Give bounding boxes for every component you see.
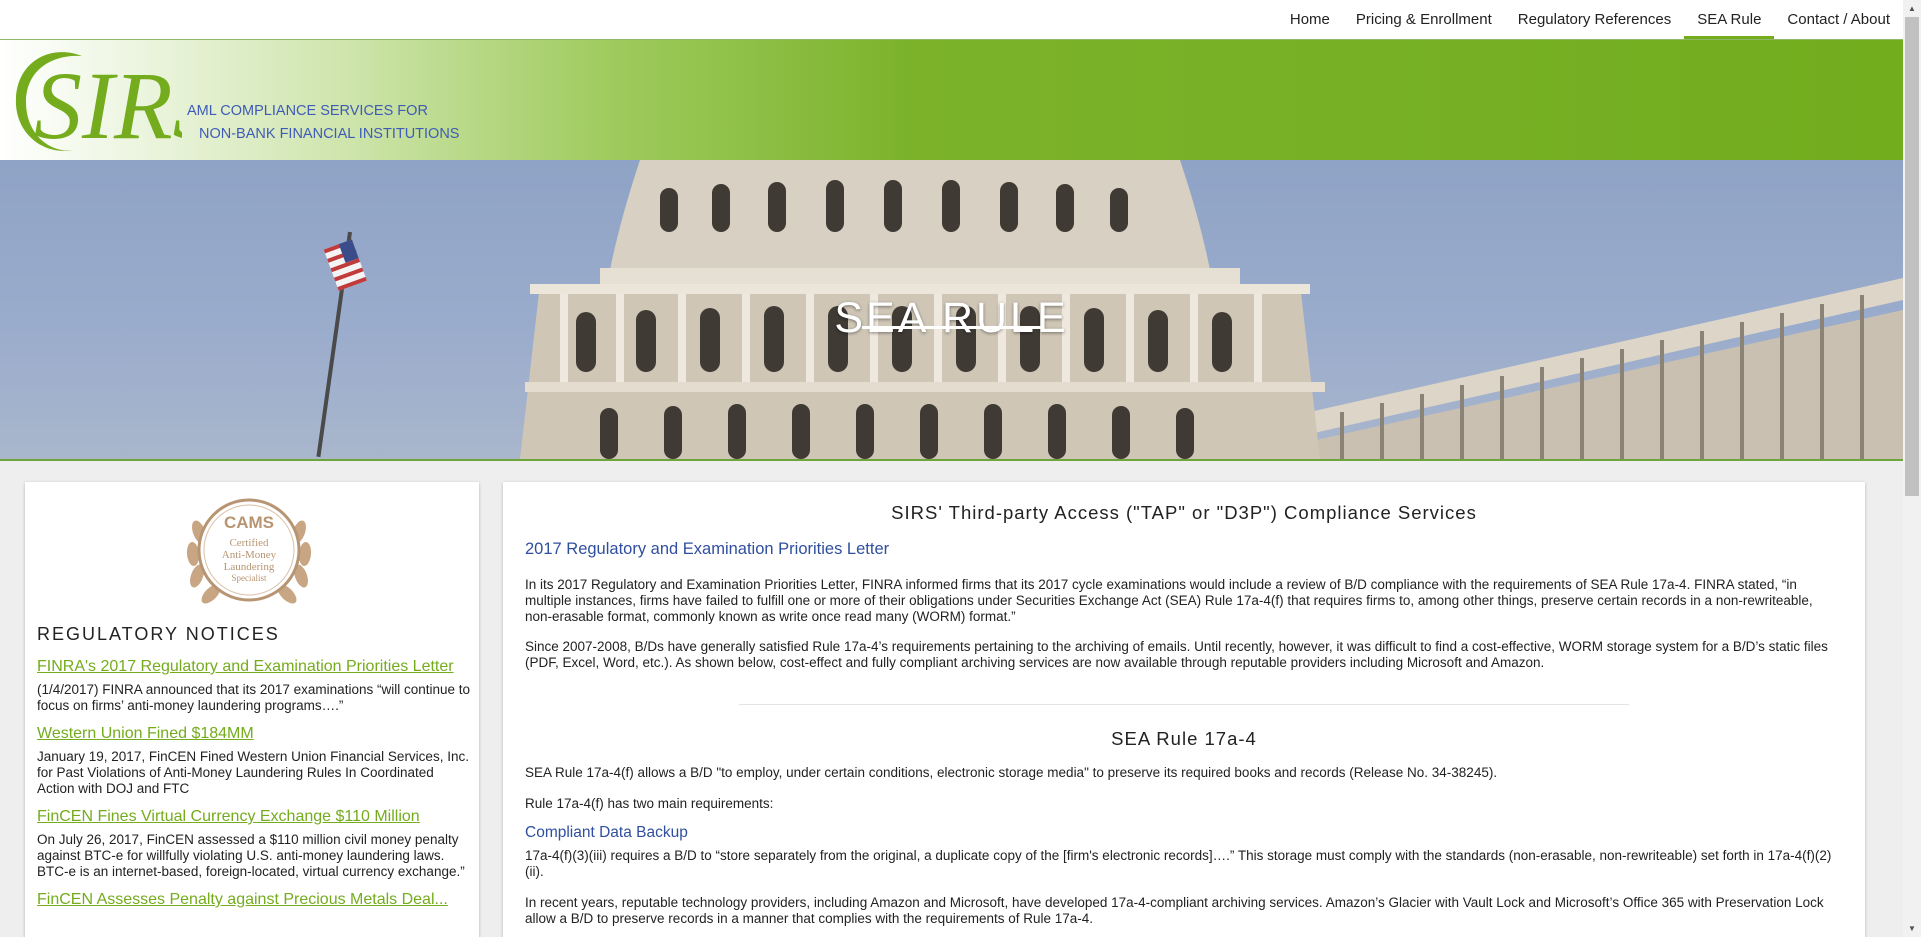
paragraph: Since 2007-2008, B/Ds have generally sat…	[525, 639, 1828, 670]
paragraph: Rule 17a-4(f) has two main requirements:	[525, 796, 774, 811]
cams-badge-line-2: Anti-Money	[222, 549, 277, 561]
paragraph: In recent years, reputable technology pr…	[525, 895, 1824, 926]
logo-s-letter: SIRS	[34, 52, 182, 158]
regulatory-notices-heading: REGULATORY NOTICES	[37, 624, 280, 644]
list-item: FINRA's 2017 Regulatory and Examination …	[37, 658, 472, 714]
notices-list: FINRA's 2017 Regulatory and Examination …	[37, 658, 472, 920]
paragraph: In its 2017 Regulatory and Examination P…	[525, 577, 1813, 624]
notice-link[interactable]: FINRA's 2017 Regulatory and Examination …	[37, 658, 472, 676]
paragraph: SEA Rule 17a-4(f) allows a B/D "to emplo…	[525, 765, 1498, 780]
scroll-up-arrow-icon[interactable]: ▲	[1903, 0, 1921, 17]
main-content: SIRS' Third-party Access ("TAP" or "D3P"…	[503, 482, 1865, 937]
section-heading-sea-rule: SEA Rule 17a-4	[1111, 728, 1257, 749]
top-nav: Home Pricing & Enrollment Regulatory Ref…	[0, 0, 1903, 39]
nav-contact-about[interactable]: Contact / About	[1774, 0, 1903, 39]
list-item: FinCEN Fines Virtual Currency Exchange $…	[37, 808, 472, 880]
page: Home Pricing & Enrollment Regulatory Ref…	[0, 0, 1903, 937]
site-header: SIRS AML COMPLIANCE SERVICES FOR NON-BAN…	[0, 39, 1903, 161]
nav-sea-rule[interactable]: SEA Rule	[1684, 0, 1775, 39]
priorities-section: 2017 Regulatory and Examination Prioriti…	[525, 540, 1843, 671]
section-divider	[739, 704, 1629, 705]
section-heading: SIRS' Third-party Access ("TAP" or "D3P"…	[891, 502, 1477, 523]
paragraph: 17a-4(f)(3)(iii) requires a B/D to “stor…	[525, 848, 1832, 879]
sea-rule-section: SEA Rule 17a-4(f) allows a B/D "to emplo…	[525, 765, 1843, 927]
cams-badge-line-3: Laundering	[224, 561, 275, 573]
cams-badge-title: CAMS	[224, 513, 274, 532]
nav-regulatory-references[interactable]: Regulatory References	[1505, 0, 1684, 39]
scrollbar-thumb[interactable]	[1905, 17, 1919, 496]
list-item: FinCEN Assesses Penalty against Precious…	[37, 891, 472, 909]
subheading-compliant-data-backup: Compliant Data Backup	[525, 824, 688, 841]
list-item: Western Union Fined $184MM January 19, 2…	[37, 725, 472, 797]
cams-badge-icon: CAMS Certified Anti-Money Laundering Spe…	[186, 498, 312, 604]
scroll-down-arrow-icon[interactable]: ▼	[1903, 920, 1921, 937]
cams-badge-line-1: Certified	[229, 537, 269, 549]
notice-summary: On July 26, 2017, FinCEN assessed a $110…	[37, 832, 465, 879]
tagline-line-1: AML COMPLIANCE SERVICES FOR	[187, 103, 428, 119]
subheading-priorities-letter: 2017 Regulatory and Examination Prioriti…	[525, 540, 890, 558]
notice-link[interactable]: FinCEN Fines Virtual Currency Exchange $…	[37, 808, 472, 826]
notice-link[interactable]: Western Union Fined $184MM	[37, 725, 472, 743]
page-title: SEA RULE	[834, 293, 1069, 342]
page-scrollbar[interactable]: ▲ ▼	[1903, 0, 1921, 937]
cams-badge-line-4: Specialist	[232, 573, 267, 583]
sirs-logo[interactable]: SIRS	[12, 46, 182, 158]
nav-home[interactable]: Home	[1277, 0, 1343, 39]
title-underline	[862, 326, 1042, 329]
hero-banner: SEA RULE	[0, 160, 1903, 461]
tagline-line-2: NON-BANK FINANCIAL INSTITUTIONS	[199, 126, 460, 142]
nav-pricing-enrollment[interactable]: Pricing & Enrollment	[1343, 0, 1505, 39]
sidebar: CAMS Certified Anti-Money Laundering Spe…	[25, 482, 479, 937]
notice-link[interactable]: FinCEN Assesses Penalty against Precious…	[37, 891, 472, 909]
notice-summary: January 19, 2017, FinCEN Fined Western U…	[37, 749, 469, 796]
header-tagline: AML COMPLIANCE SERVICES FOR NON-BANK FIN…	[187, 100, 459, 146]
notice-summary: (1/4/2017) FINRA announced that its 2017…	[37, 682, 471, 713]
